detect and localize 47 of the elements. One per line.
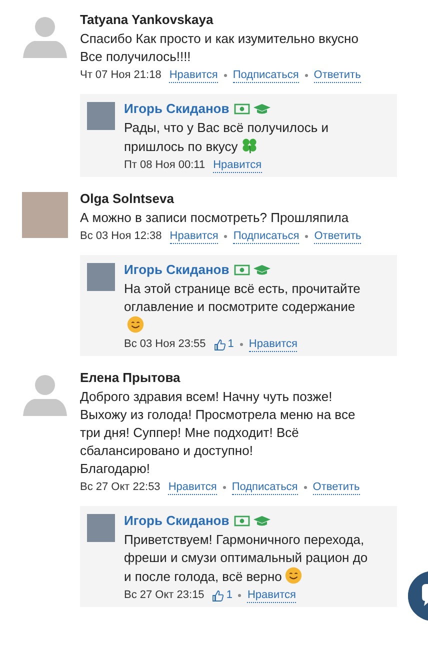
action-link[interactable]: Нравится (168, 480, 217, 494)
photo-placeholder (22, 192, 68, 238)
smiley-icon (127, 316, 144, 333)
reply-text: Рады, что у Вас всё получилось и пришлось по вкусу (124, 119, 328, 156)
graduation-cap-icon (253, 103, 272, 115)
author-name[interactable]: Игорь Скиданов (124, 512, 230, 530)
comment-text: А можно в записи посмотреть? Прошляпила (80, 209, 350, 227)
photo-placeholder (87, 263, 115, 291)
comment-text: Спасибо Как просто и как изумительно вкусно Все получилось!!!! (80, 30, 360, 66)
comment-date: Вс 27 Окт 22:53 (80, 480, 160, 495)
action-link[interactable]: Подписаться (232, 480, 298, 494)
action-link[interactable]: Ответить (312, 480, 360, 494)
comment-date: Вс 03 Ноя 23:55 (124, 337, 206, 352)
comment-date: Чт 07 Ноя 21:18 (80, 68, 162, 83)
photo-placeholder (87, 514, 115, 542)
smiley-icon (284, 567, 302, 584)
author-name[interactable]: Елена Прытова (80, 369, 397, 387)
reply-text: Приветствуем! Гармоничного перехода, фреши и смузи оптимальный рацион до и после голода, всё верно (124, 531, 368, 586)
comment-text: Доброго здравия всем! Начну чуть позже! Выхожу из голода! Просмотрела меню на все три дня! Суппер! Мне подходит! Всё сбалансировано и доступно! Благодарю! (80, 388, 356, 478)
action-link[interactable]: Нравится (169, 68, 218, 82)
thumbs-up-icon[interactable] (214, 338, 226, 350)
clover-icon (240, 137, 258, 154)
photo-placeholder (87, 102, 115, 130)
thumbs-up-icon[interactable] (212, 590, 224, 602)
action-link[interactable]: Нравится (247, 588, 296, 602)
like-count: 1 (226, 588, 232, 603)
author-name[interactable]: Игорь Скиданов (124, 261, 230, 279)
action-link[interactable]: Подписаться (232, 68, 299, 82)
comment-date: Вс 03 Ноя 12:38 (80, 229, 162, 244)
reply-text: На этой странице всё есть, прочитайте оглавление и посмотрите содержание (124, 280, 360, 335)
banknote-icon (234, 103, 250, 115)
author-name[interactable]: Olga Solntseva (80, 190, 397, 208)
graduation-cap-icon (253, 515, 272, 527)
action-link[interactable]: Нравится (213, 158, 262, 172)
action-link[interactable]: Ответить (314, 230, 362, 244)
action-link[interactable]: Нравится (170, 230, 218, 244)
comment-date: Вс 27 Окт 23:15 (124, 588, 204, 603)
comment-date: Пт 08 Ноя 00:11 (124, 158, 206, 173)
like-count: 1 (228, 337, 234, 352)
author-name[interactable]: Игорь Скиданов (124, 100, 230, 118)
action-link[interactable]: Нравится (248, 338, 298, 352)
banknote-icon (234, 515, 250, 527)
action-link[interactable]: Подписаться (233, 230, 300, 244)
graduation-cap-icon (253, 264, 272, 276)
action-link[interactable]: Ответить (314, 68, 361, 82)
banknote-icon (234, 264, 250, 276)
author-name[interactable]: Tatyana Yankovskaya (80, 11, 397, 29)
